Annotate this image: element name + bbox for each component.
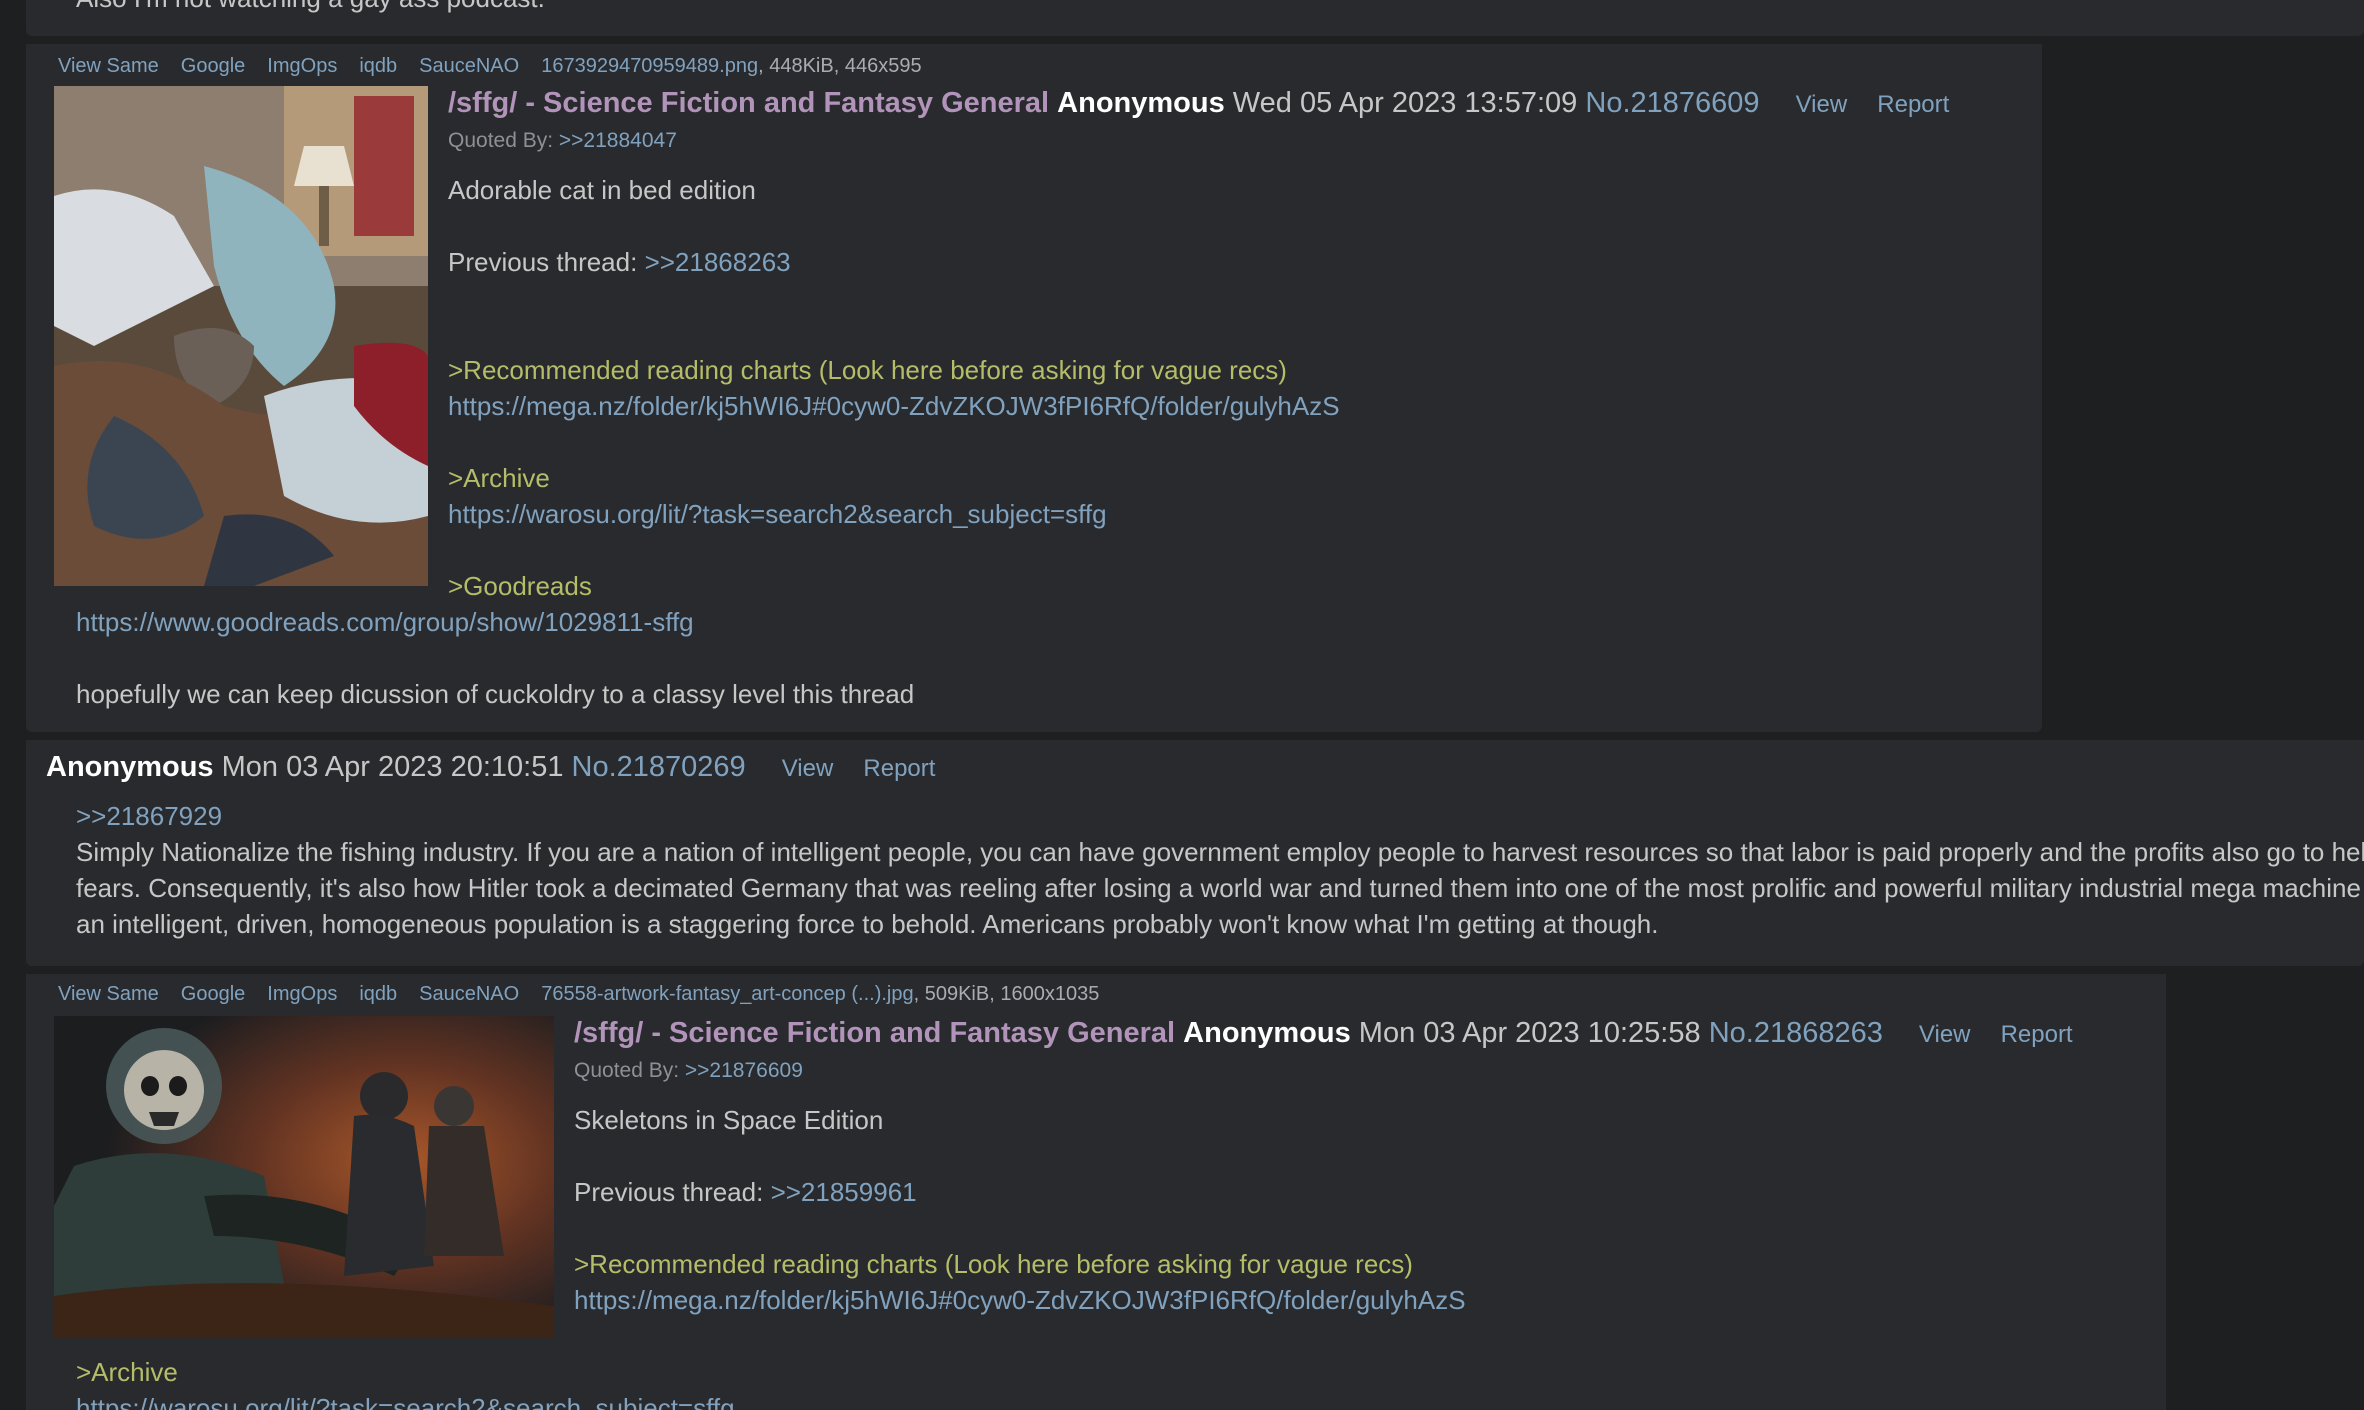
quoted-by: Quoted By: >>21876609 <box>574 1058 803 1084</box>
quoted-by-link[interactable]: >>21884047 <box>559 129 677 152</box>
post-line-edition: Skeletons in Space Edition <box>574 1105 884 1135</box>
quoted-by-label: Quoted By: <box>448 129 554 152</box>
saucenao-link[interactable]: SauceNAO <box>419 983 519 1005</box>
previous-thread-label: Previous thread: <box>574 1177 764 1207</box>
post-date: Mon 03 Apr 2023 10:25:58 <box>1358 1017 1701 1049</box>
post-subject: /sffg/ - Science Fiction and Fantasy Gen… <box>574 1017 1176 1049</box>
quoted-by: Quoted By: >>21884047 <box>448 128 677 154</box>
imgops-link[interactable]: ImgOps <box>267 983 337 1005</box>
iqdb-link[interactable]: iqdb <box>359 983 397 1005</box>
file-meta: , 509KiB, 1600x1035 <box>913 983 1100 1005</box>
post-21870269: Anonymous Mon 03 Apr 2023 20:10:51 No.21… <box>26 740 2364 966</box>
thread-page: Also I'm not watching a gay ass podcast.… <box>0 0 2364 1410</box>
iqdb-link[interactable]: iqdb <box>359 55 397 77</box>
file-name-link[interactable]: 1673929470959489.png <box>541 55 758 77</box>
warosu-link[interactable]: https://warosu.org/lit/?task=search2&sea… <box>76 1390 735 1410</box>
view-link[interactable]: View <box>1919 1021 1971 1048</box>
post-number-link[interactable]: No.21870269 <box>572 751 746 783</box>
goodreads-link[interactable]: https://www.goodreads.com/group/show/102… <box>76 604 694 640</box>
view-same-link[interactable]: View Same <box>58 55 159 77</box>
post-header: Anonymous Mon 03 Apr 2023 20:10:51 No.21… <box>46 750 935 786</box>
report-link[interactable]: Report <box>1877 91 1949 118</box>
greentext-charts: >Recommended reading charts (Look here b… <box>448 355 1287 385</box>
post-header: /sffg/ - Science Fiction and Fantasy Gen… <box>574 1016 2073 1052</box>
post-21876609: View Same Google ImgOps iqdb SauceNAO 1673929… <box>26 44 2042 732</box>
post-text: Also I'm not watching a gay ass podcast. <box>76 0 545 16</box>
mega-link[interactable]: https://mega.nz/folder/kj5hWI6J#0cyw0-Zd… <box>574 1282 1466 1318</box>
poster-name: Anonymous <box>1183 1017 1351 1049</box>
post-date: Wed 05 Apr 2023 13:57:09 <box>1232 87 1578 119</box>
previous-thread-link[interactable]: >>21859961 <box>771 1177 917 1207</box>
post-line-3: an intelligent, driven, homogeneous popu… <box>76 909 1659 939</box>
quoted-by-label: Quoted By: <box>574 1059 680 1082</box>
poster-name: Anonymous <box>1057 87 1225 119</box>
file-name-link[interactable]: 76558-artwork-fantasy_art-concep (...).j… <box>541 983 913 1005</box>
post-number-link[interactable]: No.21868263 <box>1709 1017 1883 1049</box>
post-date: Mon 03 Apr 2023 20:10:51 <box>221 751 564 783</box>
image-tools: View Same Google ImgOps iqdb SauceNAO 76558-a… <box>58 982 1099 1006</box>
post-21868263: View Same Google ImgOps iqdb SauceNAO 76558-a… <box>26 974 2166 1410</box>
file-meta: , 448KiB, 446x595 <box>758 55 922 77</box>
previous-thread-link[interactable]: >>21868263 <box>645 247 791 277</box>
greentext-charts: >Recommended reading charts (Look here b… <box>574 1249 1413 1279</box>
post-thumbnail-skeleton[interactable] <box>54 1016 554 1338</box>
google-link[interactable]: Google <box>181 983 246 1005</box>
report-link[interactable]: Report <box>863 755 935 782</box>
quoted-by-link[interactable]: >>21876609 <box>685 1059 803 1082</box>
report-link[interactable]: Report <box>2001 1021 2073 1048</box>
greentext-goodreads: >Goodreads <box>448 571 592 601</box>
post-line-closing: hopefully we can keep dicussion of cucko… <box>76 679 915 709</box>
poster-name: Anonymous <box>46 751 214 783</box>
post-line-previous: Previous thread: >>21859961 <box>574 1174 917 1210</box>
post-subject: /sffg/ - Science Fiction and Fantasy Gen… <box>448 87 1050 119</box>
skeleton-space-art-image <box>54 1016 554 1338</box>
greentext-archive: >Archive <box>448 463 550 493</box>
image-tools: View Same Google ImgOps iqdb SauceNAO 1673929… <box>58 54 922 78</box>
view-link[interactable]: View <box>782 755 834 782</box>
mega-link[interactable]: https://mega.nz/folder/kj5hWI6J#0cyw0-Zd… <box>448 388 1340 424</box>
imgops-link[interactable]: ImgOps <box>267 55 337 77</box>
previous-post-fragment: Also I'm not watching a gay ass podcast. <box>26 0 2364 36</box>
post-thumbnail-cat[interactable] <box>54 86 428 586</box>
warosu-link[interactable]: https://warosu.org/lit/?task=search2&sea… <box>448 496 1107 532</box>
post-number-link[interactable]: No.21876609 <box>1585 87 1759 119</box>
view-same-link[interactable]: View Same <box>58 983 159 1005</box>
post-line-edition: Adorable cat in bed edition <box>448 175 756 205</box>
greentext-archive: >Archive <box>76 1357 178 1387</box>
post-line-previous: Previous thread: >>21868263 <box>448 244 791 280</box>
google-link[interactable]: Google <box>181 55 246 77</box>
reply-quote-link[interactable]: >>21867929 <box>76 798 222 834</box>
view-link[interactable]: View <box>1796 91 1848 118</box>
post-line-2: fears. Consequently, it's also how Hitle… <box>76 873 2361 903</box>
post-header: /sffg/ - Science Fiction and Fantasy Gen… <box>448 86 1949 122</box>
cat-in-bed-image <box>54 86 428 586</box>
previous-thread-label: Previous thread: <box>448 247 638 277</box>
post-line-1: Simply Nationalize the fishing industry.… <box>76 837 2364 867</box>
saucenao-link[interactable]: SauceNAO <box>419 55 519 77</box>
